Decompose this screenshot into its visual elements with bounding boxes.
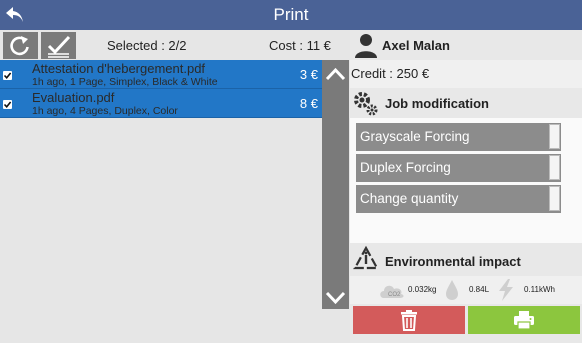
print-button[interactable]: [468, 306, 580, 334]
trash-icon: [401, 310, 417, 331]
job-list-scrollbar[interactable]: [322, 60, 349, 309]
printer-icon: [514, 311, 534, 330]
job-row[interactable]: Attestation d'hebergement.pdf 1h ago, 1 …: [0, 60, 322, 89]
gears-icon: [354, 92, 378, 116]
select-all-checkmark-icon: [47, 35, 71, 58]
user-avatar-icon: [355, 34, 377, 58]
recycle-info-icon: [353, 245, 379, 270]
co2-cloud-icon: CO2: [380, 285, 404, 298]
chevron-up-icon[interactable]: [322, 64, 349, 84]
energy-value: 0.11kWh: [524, 285, 555, 294]
user-row: Axel Malan: [350, 30, 582, 60]
duplex-preview-icon: [549, 155, 560, 180]
environmental-impact-title: Environmental impact: [385, 254, 521, 269]
job-name: Attestation d'hebergement.pdf: [32, 61, 206, 76]
co2-value: 0.032kg: [408, 285, 437, 294]
job-checkbox[interactable]: [3, 71, 12, 80]
details-pane: Axel Malan Credit : 250 € Job modificati…: [350, 30, 582, 343]
user-name: Axel Malan: [382, 38, 450, 53]
environment-stats: CO2 0.032kg 0.84L 0.11kWh: [350, 276, 582, 304]
job-modification-panel: Grayscale Forcing Duplex Forcing Change …: [350, 118, 582, 243]
option-label: Grayscale Forcing: [360, 129, 470, 144]
lightning-icon: [499, 279, 513, 301]
refresh-icon: [10, 36, 29, 56]
select-all-button[interactable]: [41, 32, 76, 59]
grayscale-forcing-button[interactable]: Grayscale Forcing: [356, 123, 561, 151]
delete-button[interactable]: [353, 306, 465, 334]
quantity-preview-icon: [549, 186, 560, 211]
total-cost: Cost : 11 €: [269, 38, 331, 53]
duplex-forcing-button[interactable]: Duplex Forcing: [356, 154, 561, 182]
job-list: Attestation d'hebergement.pdf 1h ago, 1 …: [0, 60, 322, 118]
job-checkbox[interactable]: [3, 100, 12, 109]
checkmark-icon: [3, 101, 12, 109]
option-label: Duplex Forcing: [360, 160, 451, 175]
job-modification-title: Job modification: [385, 96, 489, 111]
job-price: 3 €: [299, 67, 318, 82]
page-title: Print: [273, 5, 309, 24]
app-header: Print: [0, 0, 582, 30]
job-meta: 1h ago, 1 Page, Simplex, Black & White: [32, 76, 218, 88]
refresh-button[interactable]: [3, 32, 38, 59]
change-quantity-button[interactable]: Change quantity: [356, 185, 561, 213]
checkmark-icon: [3, 72, 12, 80]
water-value: 0.84L: [469, 285, 490, 294]
chevron-down-icon[interactable]: [322, 288, 349, 308]
job-price: 8 €: [299, 96, 318, 111]
svg-text:CO2: CO2: [388, 292, 401, 298]
credit-balance: Credit : 250 €: [351, 66, 430, 81]
credit-row: Credit : 250 €: [350, 60, 582, 88]
job-meta: 1h ago, 4 Pages, Duplex, Color: [32, 105, 178, 117]
option-label: Change quantity: [360, 191, 459, 206]
job-name: Evaluation.pdf: [32, 90, 115, 105]
selected-count: Selected : 2/2: [107, 38, 187, 53]
grayscale-preview-icon: [549, 124, 560, 149]
water-drop-icon: [446, 280, 458, 300]
job-row[interactable]: Evaluation.pdf 1h ago, 4 Pages, Duplex, …: [0, 89, 322, 118]
